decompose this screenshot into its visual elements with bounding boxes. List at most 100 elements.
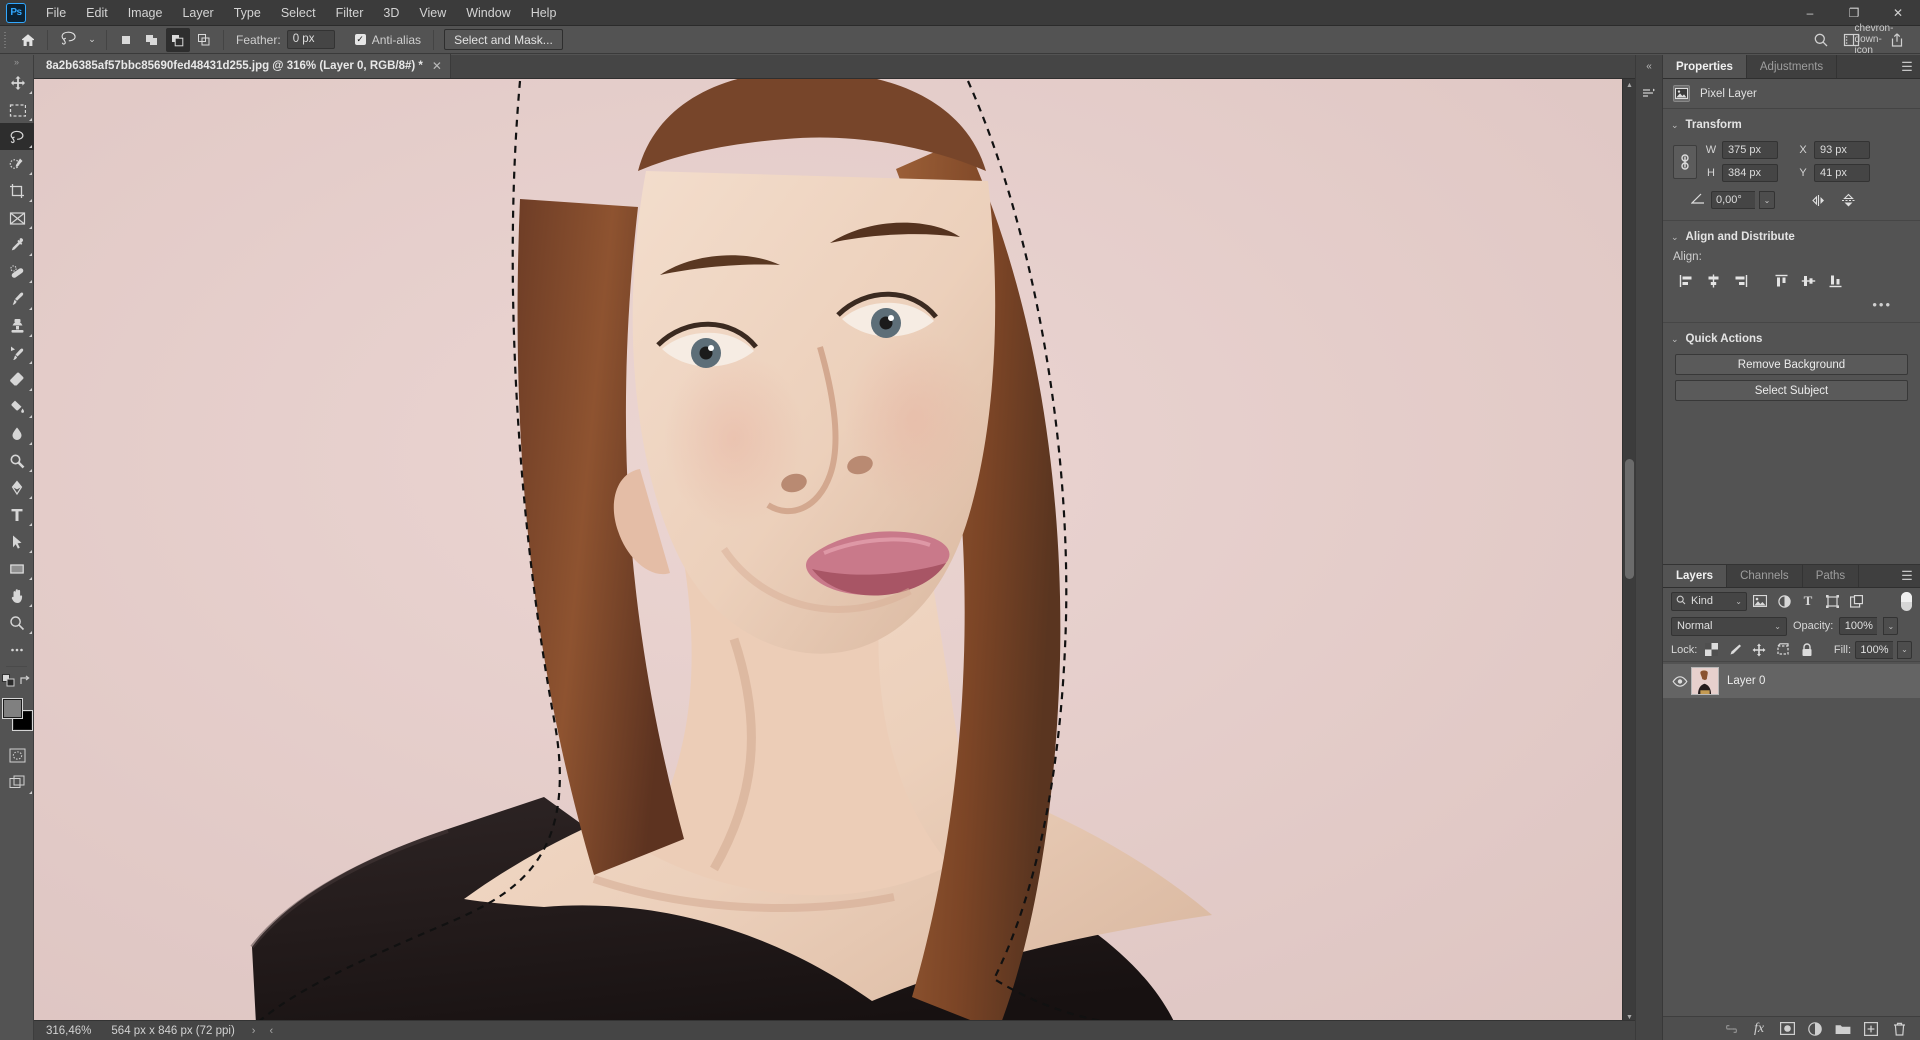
filter-kind-select[interactable]: Kind ⌄ [1671, 591, 1747, 611]
menu-item-3d[interactable]: 3D [373, 0, 409, 26]
fill-input[interactable]: 100% [1855, 640, 1893, 659]
eyedropper-tool-icon[interactable] [0, 231, 34, 258]
brush-tool-icon[interactable] [0, 285, 34, 312]
rectangle-tool-icon[interactable] [0, 555, 34, 582]
align-bottom-edges-icon[interactable] [1822, 269, 1849, 293]
menu-item-edit[interactable]: Edit [76, 0, 118, 26]
height-input[interactable]: 384 px [1722, 164, 1778, 182]
chevron-down-icon[interactable]: ⌄ [1774, 622, 1781, 631]
close-icon[interactable]: ✕ [432, 59, 442, 73]
layer-thumbnail[interactable] [1691, 667, 1719, 695]
new-group-icon[interactable] [1830, 1018, 1856, 1040]
filter-toggle-icon[interactable] [1901, 591, 1912, 611]
align-top-edges-icon[interactable] [1768, 269, 1795, 293]
link-layers-icon[interactable] [1718, 1018, 1744, 1040]
zoom-tool-icon[interactable] [0, 609, 34, 636]
history-panel-icon[interactable] [1637, 79, 1662, 107]
feather-input[interactable]: 0 px [286, 30, 335, 49]
x-input[interactable]: 93 px [1814, 141, 1870, 159]
filter-pixel-icon[interactable] [1749, 590, 1771, 612]
eye-icon[interactable] [1669, 675, 1691, 687]
layer-row[interactable]: Layer 0 [1663, 664, 1920, 698]
menu-item-layer[interactable]: Layer [172, 0, 223, 26]
tab-adjustments[interactable]: Adjustments [1747, 55, 1838, 78]
chevron-down-icon[interactable]: ⌄ [1735, 597, 1742, 606]
select-subject-button[interactable]: Select Subject [1675, 380, 1908, 401]
flip-horizontal-icon[interactable] [1805, 190, 1831, 210]
chevron-down-icon[interactable]: ⌄ [1671, 334, 1679, 345]
tools-panel-grip[interactable]: » [0, 55, 33, 69]
filter-type-icon[interactable]: T [1797, 590, 1819, 612]
width-input[interactable]: 375 px [1722, 141, 1778, 159]
status-next-icon[interactable]: › [245, 1025, 263, 1037]
status-prev-icon[interactable]: ‹ [262, 1025, 280, 1037]
tab-channels[interactable]: Channels [1727, 565, 1803, 587]
add-to-selection-button[interactable] [140, 28, 164, 52]
filter-shape-icon[interactable] [1821, 590, 1843, 612]
lock-all-icon[interactable] [1797, 640, 1817, 660]
menu-item-view[interactable]: View [409, 0, 456, 26]
align-right-edges-icon[interactable] [1727, 269, 1754, 293]
canvas-vertical-scrollbar[interactable]: ▲ ▼ [1622, 79, 1635, 1024]
menu-item-image[interactable]: Image [118, 0, 173, 26]
chevron-down-icon[interactable]: chevron-down-icon [1855, 23, 1894, 56]
tab-layers[interactable]: Layers [1663, 565, 1728, 587]
filter-smart-object-icon[interactable] [1845, 590, 1867, 612]
align-left-edges-icon[interactable] [1673, 269, 1700, 293]
add-layer-mask-icon[interactable] [1774, 1018, 1800, 1040]
menu-item-help[interactable]: Help [521, 0, 567, 26]
layer-name[interactable]: Layer 0 [1727, 675, 1765, 687]
remove-background-button[interactable]: Remove Background [1675, 354, 1908, 375]
layer-style-fx-icon[interactable]: fx [1746, 1018, 1772, 1040]
align-vertical-centers-icon[interactable] [1795, 269, 1822, 293]
home-icon[interactable] [16, 28, 40, 52]
scroll-up-arrow-icon[interactable]: ▲ [1623, 79, 1635, 92]
filter-adjustment-icon[interactable] [1773, 590, 1795, 612]
lasso-tool-icon[interactable] [0, 123, 34, 150]
color-swatches[interactable] [0, 698, 34, 734]
link-aspect-ratio-icon[interactable] [1673, 144, 1697, 179]
anti-alias-checkbox[interactable]: ✓ [354, 34, 366, 45]
quick-actions-header[interactable]: ⌄ Quick Actions [1663, 329, 1920, 349]
object-selection-tool-icon[interactable] [0, 150, 34, 177]
dodge-tool-icon[interactable] [0, 447, 34, 474]
transform-section-header[interactable]: ⌄ Transform [1663, 115, 1920, 135]
zoom-level[interactable]: 316,46% [34, 1025, 101, 1037]
document-tab[interactable]: 8a2b6385af57bbc85690fed48431d255.jpg @ 3… [34, 54, 451, 78]
blur-tool-icon[interactable] [0, 420, 34, 447]
flip-vertical-icon[interactable] [1835, 190, 1861, 210]
swap-colors-icon[interactable] [19, 674, 32, 690]
share-icon[interactable] [1882, 27, 1912, 53]
search-icon[interactable] [1806, 27, 1836, 53]
rotation-input[interactable]: 0,00° [1711, 191, 1755, 209]
minimize-button[interactable]: – [1788, 0, 1832, 26]
opacity-input[interactable]: 100% [1839, 617, 1878, 635]
subtract-from-selection-button[interactable] [166, 27, 190, 52]
chevron-down-icon[interactable]: ⌄ [1671, 232, 1679, 243]
lock-artboard-nesting-icon[interactable] [1773, 640, 1793, 660]
pen-tool-icon[interactable] [0, 474, 34, 501]
rotation-dropdown-icon[interactable]: ⌄ [1759, 191, 1775, 209]
rectangular-marquee-tool-icon[interactable] [0, 96, 34, 123]
hand-tool-icon[interactable] [0, 582, 34, 609]
edit-toolbar-tool-icon[interactable] [0, 636, 34, 663]
tab-paths[interactable]: Paths [1803, 565, 1860, 587]
tab-properties[interactable]: Properties [1663, 55, 1747, 78]
lock-position-icon[interactable] [1749, 640, 1769, 660]
options-bar-grip[interactable] [0, 26, 10, 54]
new-selection-button[interactable] [114, 28, 138, 52]
blend-mode-select[interactable]: Normal ⌄ [1671, 616, 1787, 636]
menu-item-type[interactable]: Type [224, 0, 271, 26]
path-selection-tool-icon[interactable] [0, 528, 34, 555]
fill-dropdown-icon[interactable]: ⌄ [1897, 640, 1912, 659]
delete-layer-icon[interactable] [1886, 1018, 1912, 1040]
new-layer-icon[interactable] [1858, 1018, 1884, 1040]
new-fill-adjustment-layer-icon[interactable] [1802, 1018, 1828, 1040]
horizontal-type-tool-icon[interactable] [0, 501, 34, 528]
menu-item-window[interactable]: Window [456, 0, 520, 26]
lock-image-pixels-icon[interactable] [1725, 640, 1745, 660]
move-tool-icon[interactable] [0, 69, 34, 96]
quick-mask-icon[interactable] [0, 742, 34, 769]
eraser-tool-icon[interactable] [0, 366, 34, 393]
foreground-color-swatch[interactable] [3, 699, 22, 718]
